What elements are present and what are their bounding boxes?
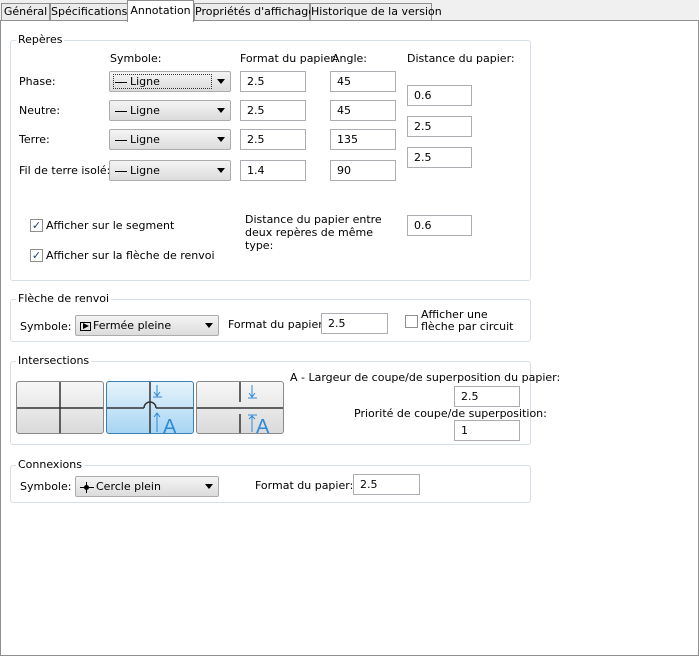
intersection-style-none-button[interactable]	[16, 381, 104, 434]
distance-input-2[interactable]: 2.5	[407, 116, 472, 137]
fleche-symbol-value: Fermée pleine	[80, 319, 171, 332]
tab-bar: Général Spécifications Annotation Propri…	[0, 0, 699, 22]
same-type-distance-label: Distance du papier entre deux repères de…	[245, 213, 382, 252]
filled-arrow-icon	[80, 321, 91, 331]
intersection-style-gap-button[interactable]: A	[196, 381, 284, 434]
show-segment-label[interactable]: Afficher sur le segment	[46, 219, 174, 232]
intersection-style-arc-button[interactable]: A	[106, 381, 194, 434]
show-segment-checkbox[interactable]: ✓	[30, 219, 43, 232]
connexions-format-input[interactable]: 2.5	[353, 474, 420, 495]
distance-input-3[interactable]: 2.5	[407, 147, 472, 168]
connexions-symbol-dropdown[interactable]: Cercle plein	[75, 476, 219, 497]
intersection-priority-input[interactable]: 1	[454, 420, 520, 441]
fil-terre-symbol-value: Ligne	[115, 164, 160, 177]
intersections-group-title: Intersections	[16, 354, 92, 367]
connexions-symbol-value: Cercle plein	[80, 480, 161, 493]
tab-specifications[interactable]: Spécifications	[50, 3, 128, 21]
chevron-down-icon	[217, 168, 225, 173]
terre-angle-input[interactable]: 135	[330, 129, 396, 150]
arrow-per-circuit-checkbox[interactable]	[405, 315, 418, 328]
tab-general[interactable]: Général	[1, 3, 50, 21]
svg-text:A: A	[163, 416, 177, 434]
format-column-header: Format du papier:	[240, 52, 339, 65]
arrow-per-circuit-label[interactable]: Afficher une flèche par circuit	[421, 309, 521, 333]
neutre-angle-input[interactable]: 45	[330, 100, 396, 121]
neutre-format-input[interactable]: 2.5	[240, 100, 306, 121]
connexions-symbole-label: Symbole:	[20, 480, 72, 493]
plain-cross-icon	[17, 382, 103, 433]
line-icon	[115, 110, 127, 112]
phase-angle-input[interactable]: 45	[330, 71, 396, 92]
fil-terre-angle-input[interactable]: 90	[330, 160, 396, 181]
intersection-width-input[interactable]: 2.5	[454, 386, 520, 407]
neutre-label: Neutre:	[19, 104, 61, 117]
fil-terre-format-input[interactable]: 1.4	[240, 160, 306, 181]
chevron-down-icon	[205, 323, 213, 328]
connexions-format-label: Format du papier:	[255, 479, 354, 492]
tab-version-history[interactable]: Historique de la version	[310, 3, 442, 21]
line-icon	[115, 139, 127, 141]
fil-terre-isole-label: Fil de terre isolé:	[19, 164, 111, 177]
chevron-down-icon	[205, 484, 213, 489]
distance-column-header: Distance du papier:	[407, 52, 515, 65]
fleche-symbole-label: Symbole:	[20, 320, 72, 333]
show-arrow-checkbox[interactable]: ✓	[30, 249, 43, 262]
terre-symbol-value: Ligne	[115, 133, 160, 146]
filled-circle-icon	[80, 481, 94, 493]
reperes-group-title: Repères	[16, 33, 65, 46]
phase-format-input[interactable]: 2.5	[240, 71, 306, 92]
fleche-symbol-dropdown[interactable]: Fermée pleine	[75, 315, 219, 336]
phase-symbol-dropdown[interactable]: Ligne	[109, 71, 231, 92]
fil-terre-symbol-dropdown[interactable]: Ligne	[109, 160, 231, 181]
distance-input-1[interactable]: 0.6	[407, 85, 472, 106]
chevron-down-icon	[217, 79, 225, 84]
terre-format-input[interactable]: 2.5	[240, 129, 306, 150]
intersection-priority-label: Priorité de coupe/de superposition:	[354, 407, 547, 420]
terre-symbol-dropdown[interactable]: Ligne	[109, 129, 231, 150]
svg-text:A: A	[256, 416, 270, 434]
tab-display-properties[interactable]: Propriétés d'affichage	[194, 3, 315, 21]
line-icon	[115, 170, 127, 172]
gap-crossing-icon: A	[197, 382, 283, 434]
terre-label: Terre:	[19, 133, 50, 146]
connexions-group-title: Connexions	[16, 458, 84, 471]
neutre-symbol-dropdown[interactable]: Ligne	[109, 100, 231, 121]
phase-label: Phase:	[19, 75, 56, 88]
neutre-symbol-value: Ligne	[115, 104, 160, 117]
tab-annotation[interactable]: Annotation	[127, 0, 194, 22]
line-icon	[115, 81, 127, 83]
same-type-distance-input[interactable]: 0.6	[407, 215, 472, 236]
chevron-down-icon	[217, 108, 225, 113]
fleche-format-label: Format du papier:	[228, 318, 327, 331]
angle-column-header: Angle:	[332, 52, 368, 65]
show-arrow-label[interactable]: Afficher sur la flèche de renvoi	[46, 249, 215, 262]
fleche-group-title: Flèche de renvoi	[16, 292, 111, 305]
chevron-down-icon	[217, 137, 225, 142]
arc-crossing-icon: A	[107, 382, 193, 434]
phase-symbol-value: Ligne	[115, 75, 160, 88]
fleche-format-input[interactable]: 2.5	[321, 313, 388, 334]
intersection-width-label: A - Largeur de coupe/de superposition du…	[290, 371, 561, 384]
symbole-column-header: Symbole:	[110, 52, 162, 65]
